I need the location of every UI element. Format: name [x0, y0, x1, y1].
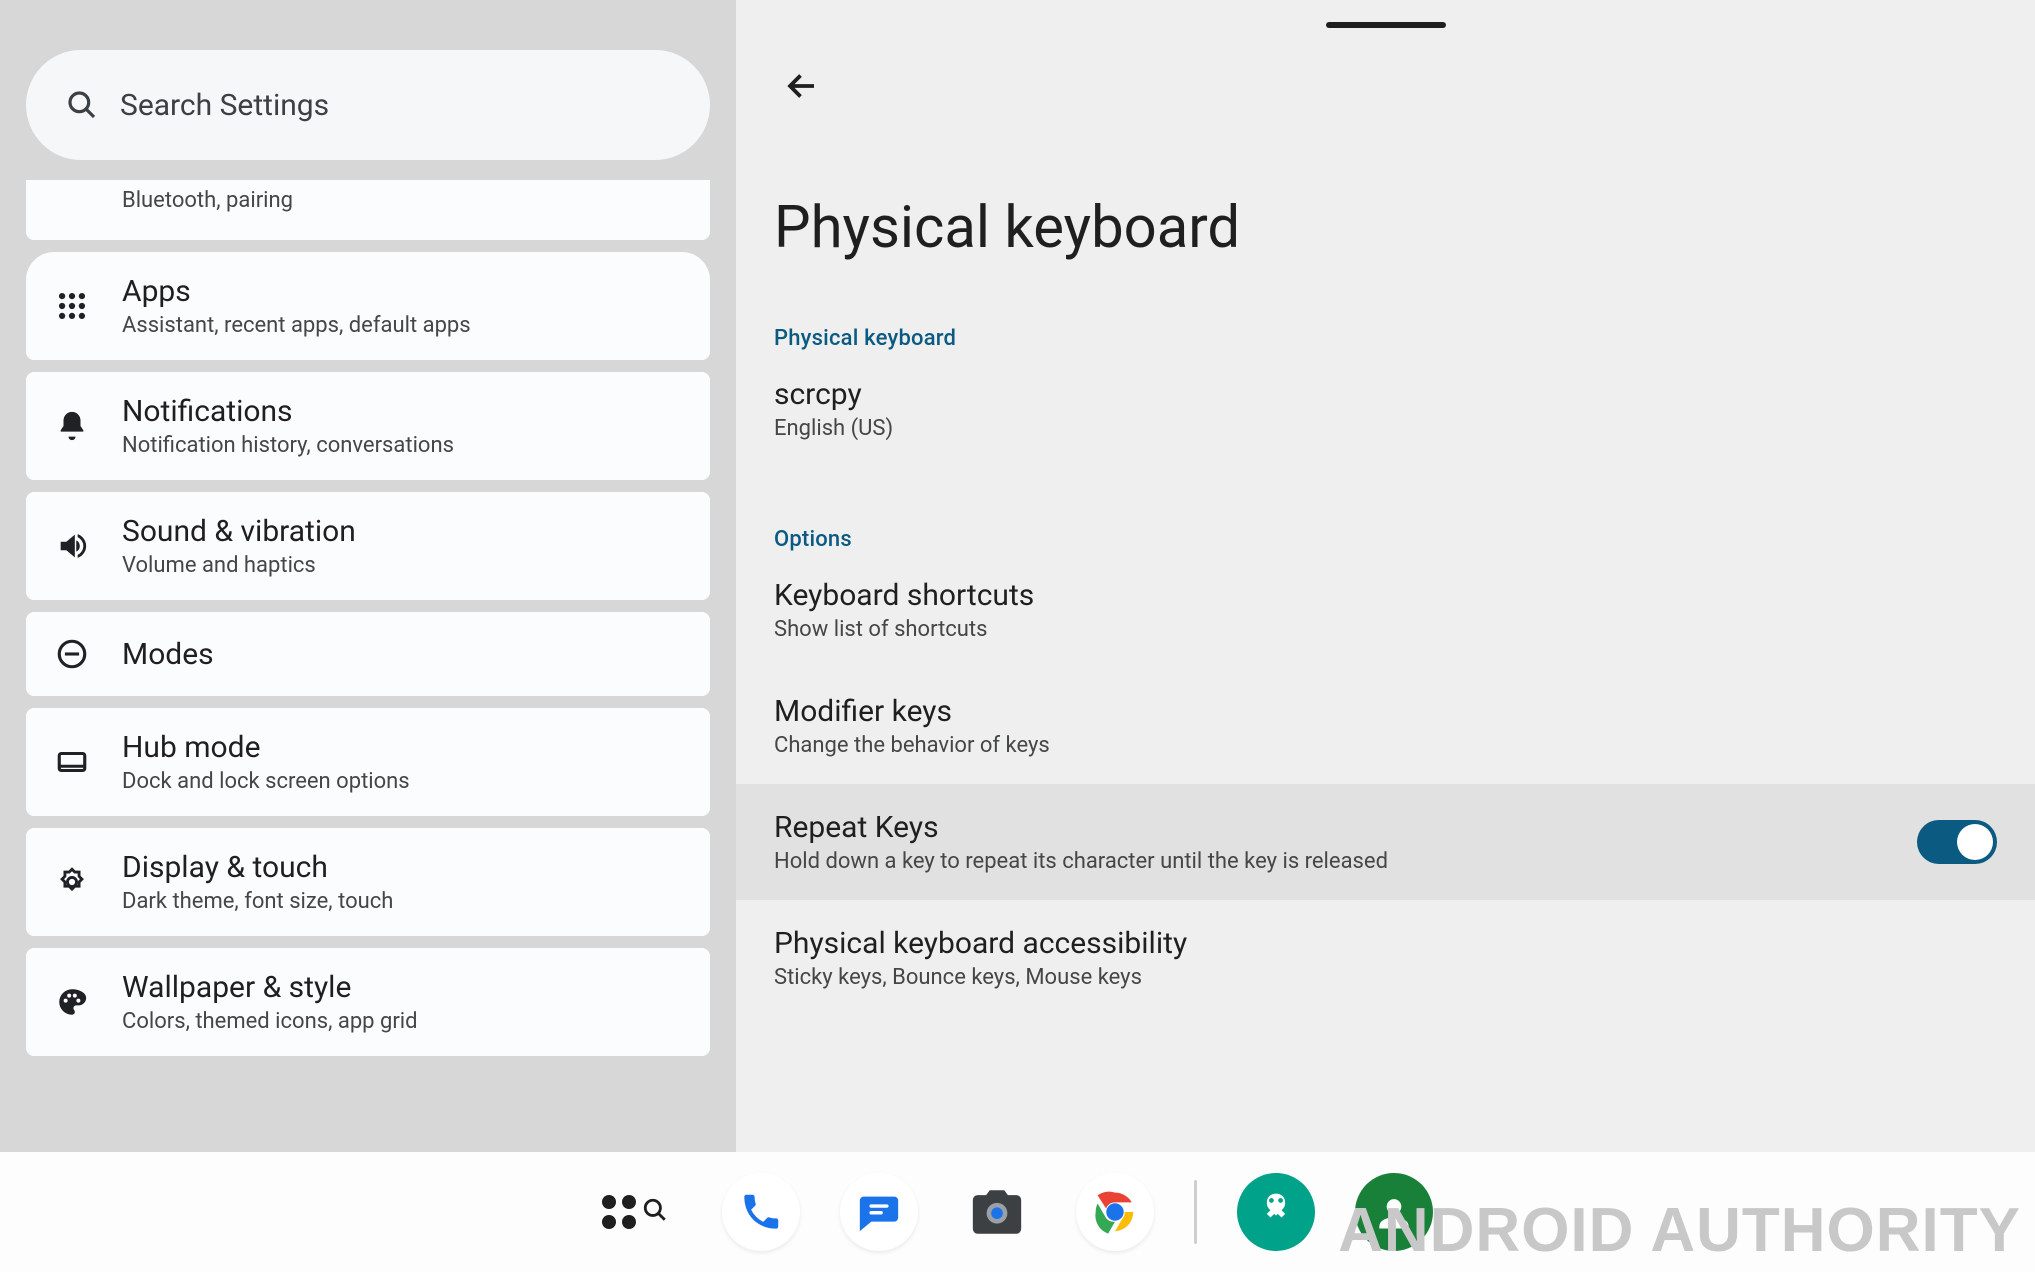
sidebar-item-label: Modes — [122, 637, 214, 672]
magisk-icon — [1254, 1190, 1298, 1234]
dock-icon — [55, 745, 89, 779]
search-icon — [642, 1197, 668, 1227]
search-placeholder: Search Settings — [120, 88, 329, 123]
pref-repeat-keys[interactable]: Repeat Keys Hold down a key to repeat it… — [736, 784, 2035, 900]
settings-detail-pane: Physical keyboard Physical keyboard scrc… — [736, 0, 2035, 1152]
messages-icon — [856, 1189, 902, 1235]
bell-icon — [55, 409, 89, 443]
dock-app-magisk[interactable] — [1237, 1173, 1315, 1251]
sidebar-item-label: Sound & vibration — [122, 514, 356, 549]
pref-subtitle: English (US) — [774, 416, 1997, 441]
sidebar-item-subtitle: Dark theme, font size, touch — [122, 889, 393, 914]
dnd-icon — [55, 637, 89, 671]
sidebar-item-subtitle: Volume and haptics — [122, 553, 356, 578]
camera-icon — [968, 1183, 1026, 1241]
phone-icon — [739, 1190, 783, 1234]
dock-app-camera[interactable] — [958, 1173, 1036, 1251]
taskbar: ANDROID AUTHORITY — [0, 1152, 2035, 1272]
sidebar-item-notifications[interactable]: Notifications Notification history, conv… — [26, 372, 710, 480]
apps-icon — [55, 289, 89, 323]
back-button[interactable] — [774, 58, 830, 114]
repeat-keys-toggle[interactable] — [1917, 820, 1997, 864]
settings-sidebar: Search Settings Bluetooth, pairing Apps … — [0, 0, 736, 1152]
dock-app-messages[interactable] — [840, 1173, 918, 1251]
settings-list: Bluetooth, pairing Apps Assistant, recen… — [26, 180, 710, 1132]
sidebar-item-label: Notifications — [122, 394, 454, 429]
brightness-icon — [55, 865, 89, 899]
sidebar-item-label: Display & touch — [122, 850, 393, 885]
sidebar-item-label: Apps — [122, 274, 471, 309]
volume-icon — [55, 529, 89, 563]
sidebar-item-sound[interactable]: Sound & vibration Volume and haptics — [26, 492, 710, 600]
dock-separator — [1194, 1180, 1197, 1244]
page-title: Physical keyboard — [774, 194, 1997, 262]
pref-title: Repeat Keys — [774, 810, 1889, 845]
sidebar-item-subtitle: Assistant, recent apps, default apps — [122, 313, 471, 338]
dock-app-chrome[interactable] — [1076, 1173, 1154, 1251]
search-input[interactable]: Search Settings — [26, 50, 710, 160]
search-icon — [66, 89, 98, 121]
watermark: ANDROID AUTHORITY — [1338, 1195, 2021, 1266]
sidebar-item-display[interactable]: Display & touch Dark theme, font size, t… — [26, 828, 710, 936]
pref-subtitle: Change the behavior of keys — [774, 733, 1997, 758]
all-apps-button[interactable] — [602, 1195, 668, 1229]
sidebar-item-connected-devices-trailing[interactable]: Bluetooth, pairing — [26, 180, 710, 240]
pref-title: Modifier keys — [774, 694, 1997, 729]
pref-title: scrcpy — [774, 377, 1997, 412]
sidebar-item-subtitle: Dock and lock screen options — [122, 769, 410, 794]
sidebar-item-subtitle: Colors, themed icons, app grid — [122, 1009, 418, 1034]
chrome-icon — [1086, 1183, 1144, 1241]
palette-icon — [55, 985, 89, 1019]
apps-grid-icon — [602, 1195, 636, 1229]
pref-title: Physical keyboard accessibility — [774, 926, 1997, 961]
sidebar-item-wallpaper[interactable]: Wallpaper & style Colors, themed icons, … — [26, 948, 710, 1056]
sidebar-item-subtitle: Notification history, conversations — [122, 433, 454, 458]
sidebar-item-modes[interactable]: Modes — [26, 612, 710, 696]
pref-keyboard-shortcuts[interactable]: Keyboard shortcuts Show list of shortcut… — [774, 552, 1997, 668]
dock-app-phone[interactable] — [722, 1173, 800, 1251]
arrow-back-icon — [784, 68, 820, 104]
drag-handle[interactable] — [1326, 22, 1446, 28]
sidebar-item-label: Wallpaper & style — [122, 970, 418, 1005]
sidebar-item-subtitle: Bluetooth, pairing — [122, 188, 293, 213]
sidebar-item-apps[interactable]: Apps Assistant, recent apps, default app… — [26, 252, 710, 360]
section-label: Options — [774, 527, 1997, 552]
sidebar-item-label: Hub mode — [122, 730, 410, 765]
pref-subtitle: Hold down a key to repeat its character … — [774, 849, 1889, 874]
section-label: Physical keyboard — [774, 326, 1997, 351]
pref-subtitle: Show list of shortcuts — [774, 617, 1997, 642]
sidebar-item-hub-mode[interactable]: Hub mode Dock and lock screen options — [26, 708, 710, 816]
pref-keyboard-device[interactable]: scrcpy English (US) — [774, 351, 1997, 467]
pref-modifier-keys[interactable]: Modifier keys Change the behavior of key… — [774, 668, 1997, 784]
pref-title: Keyboard shortcuts — [774, 578, 1997, 613]
pref-subtitle: Sticky keys, Bounce keys, Mouse keys — [774, 965, 1997, 990]
pref-physical-keyboard-a11y[interactable]: Physical keyboard accessibility Sticky k… — [774, 900, 1997, 1016]
